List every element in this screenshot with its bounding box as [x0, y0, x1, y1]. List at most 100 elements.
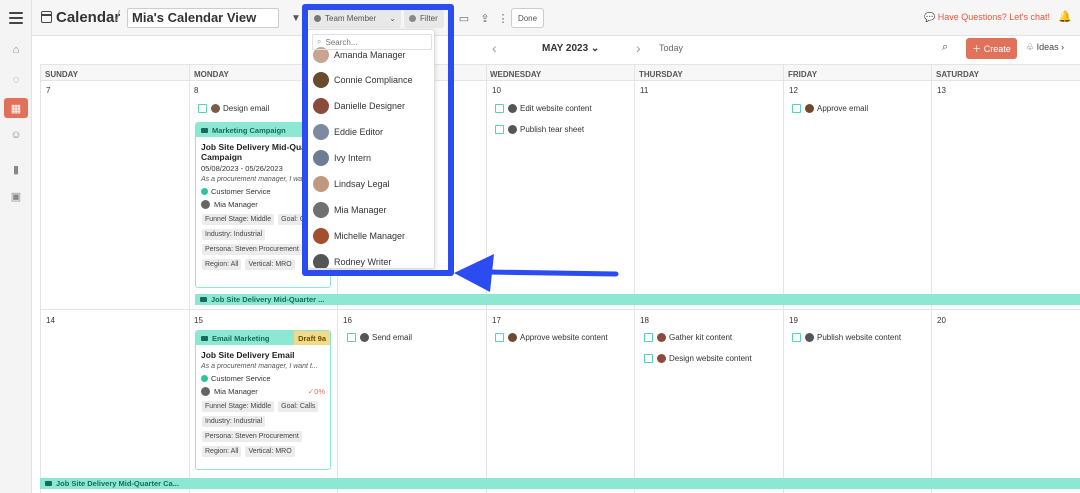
grid-line: [931, 64, 932, 493]
grid-line: [40, 64, 41, 493]
task-item[interactable]: Design email: [198, 104, 269, 113]
email-card[interactable]: Email Marketing Draft 9a Job Site Deliver…: [195, 330, 331, 470]
date-number: 20: [937, 316, 946, 325]
task-label: Approve email: [817, 104, 869, 113]
tag: Vertical: MRO: [245, 446, 295, 457]
task-item[interactable]: Gather kit content: [644, 333, 732, 342]
task-item[interactable]: Approve email: [792, 104, 868, 113]
ideas-button[interactable]: ♧ Ideas ›: [1026, 42, 1064, 53]
task-item[interactable]: Edit website content: [495, 104, 592, 113]
task-item[interactable]: Approve website content: [495, 333, 608, 342]
more-vertical-icon[interactable]: ⋮: [494, 8, 512, 28]
avatar: [508, 125, 517, 134]
date-number: 19: [789, 316, 798, 325]
progress-value: 0%: [314, 387, 325, 396]
card-description: As a procurement manager, I want t...: [201, 363, 318, 370]
date-number: 14: [46, 316, 55, 325]
task-label: Approve website content: [520, 333, 608, 342]
avatar: [805, 333, 814, 342]
span-label: Job Site Delivery Mid-Quarter ...: [211, 295, 325, 304]
people-icon[interactable]: ☺: [7, 126, 25, 144]
chevron-left-icon[interactable]: ‹: [492, 40, 497, 56]
task-label: Publish website content: [817, 333, 902, 342]
avatar: [201, 200, 210, 209]
breadcrumb-separator: /: [116, 8, 121, 25]
view-name-input[interactable]: Mia's Calendar View: [127, 8, 279, 28]
avatar: [508, 333, 517, 342]
folder-icon: [45, 481, 52, 486]
task-item[interactable]: Publish website content: [792, 333, 901, 342]
task-checkbox[interactable]: [198, 104, 207, 113]
task-checkbox[interactable]: [347, 333, 356, 342]
home-icon[interactable]: ⌂: [7, 41, 25, 59]
lightbulb-icon[interactable]: ◌: [7, 71, 25, 89]
day-name: WEDNESDAY: [490, 70, 542, 79]
span-label: Job Site Delivery Mid-Quarter Ca...: [56, 479, 179, 488]
date-number: 8: [194, 86, 199, 95]
task-item[interactable]: Design website content: [644, 354, 752, 363]
card-service: Customer Service: [196, 370, 330, 383]
folder-icon: [201, 127, 208, 133]
task-label: Publish tear sheet: [520, 125, 585, 134]
left-rail: ⌂ ◌ ▦ ☺ ▮ ▣: [0, 0, 32, 493]
tag: Funnel Stage: Middle: [202, 401, 275, 412]
date-number: 15: [194, 316, 203, 325]
folder-icon: [200, 297, 207, 302]
date-number: 11: [640, 86, 649, 95]
campaign-span-bar[interactable]: Job Site Delivery Mid-Quarter ...: [195, 294, 1080, 305]
tag: Funnel Stage: Middle: [202, 214, 275, 225]
date-number: 13: [937, 86, 946, 95]
hamburger-menu-icon[interactable]: [9, 12, 23, 27]
date-number: 16: [343, 316, 352, 325]
task-item[interactable]: Publish tear sheet: [495, 125, 584, 134]
analytics-icon[interactable]: ▮: [7, 160, 25, 178]
bell-icon[interactable]: 🔔: [1058, 10, 1072, 23]
tag: Region: All: [202, 259, 242, 270]
search-icon[interactable]: ⌕: [942, 41, 948, 54]
service-label: Customer Service: [211, 374, 271, 383]
card-owner: Mia Manager ✓0%: [196, 383, 330, 396]
task-checkbox[interactable]: [495, 125, 504, 134]
task-label: Design website content: [669, 354, 752, 363]
tag: Persona: Steven Procurement: [202, 431, 302, 442]
create-button[interactable]: ＋ Create: [966, 38, 1017, 59]
avatar: [657, 354, 666, 363]
owner-label: Mia Manager: [214, 200, 258, 209]
task-checkbox[interactable]: [495, 104, 504, 113]
task-checkbox[interactable]: [644, 354, 653, 363]
help-chat-link[interactable]: 💬 Have Questions? Let's chat!: [924, 12, 1050, 23]
date-number: 12: [789, 86, 798, 95]
avatar: [657, 333, 666, 342]
chevron-right-icon[interactable]: ›: [636, 40, 641, 56]
tag: Industry: Industrial: [202, 229, 266, 240]
task-checkbox[interactable]: [792, 333, 801, 342]
briefcase-icon[interactable]: ▣: [7, 187, 25, 205]
status-dot-icon: [201, 375, 208, 382]
date-number: 10: [492, 86, 501, 95]
share-icon[interactable]: ⇪: [476, 8, 494, 28]
campaign-span-bar[interactable]: Job Site Delivery Mid-Quarter Ca...: [40, 478, 1080, 489]
email-icon: [201, 335, 208, 341]
calendar-nav-icon[interactable]: ▦: [4, 98, 28, 118]
avatar: [805, 104, 814, 113]
grid-line: [783, 64, 784, 493]
date-number: 7: [46, 86, 51, 95]
monitor-icon[interactable]: ▭: [455, 8, 473, 28]
day-name: SATURDAY: [936, 70, 980, 79]
month-selector[interactable]: MAY 2023 ⌄: [542, 43, 599, 54]
grid-line: [634, 64, 635, 493]
date-number: 17: [492, 316, 501, 325]
help-chat-label: Have Questions? Let's chat!: [937, 12, 1050, 22]
task-checkbox[interactable]: [495, 333, 504, 342]
task-label: Design email: [223, 104, 270, 113]
tag: Vertical: MRO: [245, 259, 295, 270]
task-checkbox[interactable]: [792, 104, 801, 113]
tag: Industry: Industrial: [202, 416, 266, 427]
task-item[interactable]: Send email: [347, 333, 412, 342]
today-button[interactable]: Today: [659, 43, 683, 53]
calendar-toolbar: ‹ MAY 2023 ⌄ › Today ⌕ ＋ Create ♧ Ideas …: [40, 36, 1080, 64]
tag-list: Funnel Stage: Middle Goal: Calls Industr…: [196, 396, 330, 459]
ideas-label: Ideas: [1036, 42, 1059, 52]
task-checkbox[interactable]: [644, 333, 653, 342]
done-button[interactable]: Done: [511, 8, 544, 28]
